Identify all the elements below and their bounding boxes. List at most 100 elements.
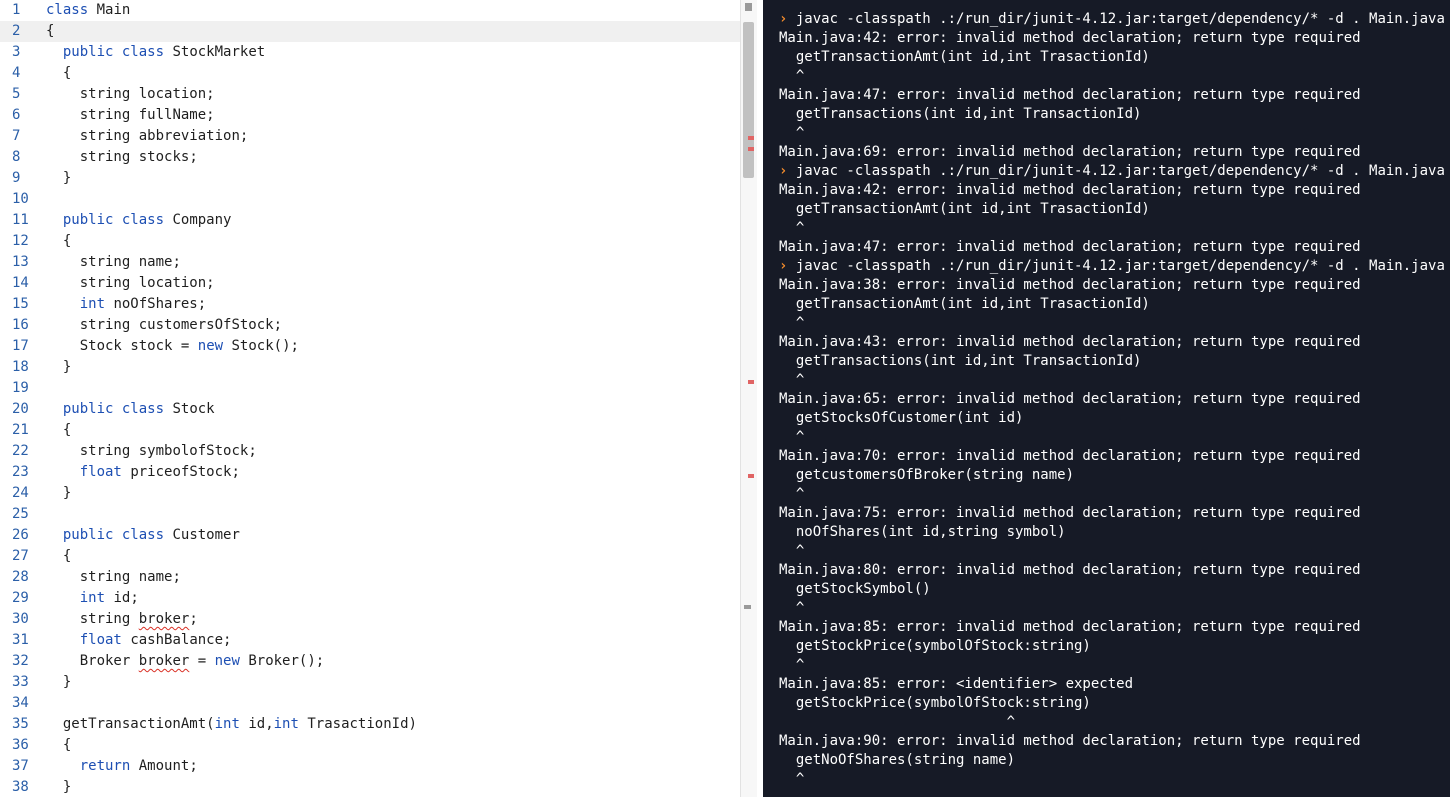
line-number: 32 (12, 653, 29, 669)
code-line[interactable]: 6 string fullName; (0, 105, 740, 126)
terminal-output-line: getTransactionAmt(int id,int TrasactionI… (779, 48, 1150, 67)
terminal-text: noOfShares(int id,string symbol) (779, 524, 1066, 540)
code-line[interactable]: 22 string symbolofStock; (0, 441, 740, 462)
code-line[interactable]: 29 int id; (0, 588, 740, 609)
scroll-up-arrow-icon[interactable] (745, 3, 752, 11)
code-line[interactable]: 32 Broker broker = new Broker(); (0, 651, 740, 672)
terminal-text: getNoOfShares(string name) (779, 752, 1016, 768)
code-line[interactable]: 5 string location; (0, 84, 740, 105)
code-line[interactable]: 14 string location; (0, 273, 740, 294)
terminal-output-line: Main.java:47: error: invalid method decl… (779, 86, 1361, 105)
terminal-text: ^ (779, 771, 805, 787)
terminal-text: javac -classpath .:/run_dir/junit-4.12.j… (795, 163, 1445, 179)
code-line[interactable]: 8 string stocks; (0, 147, 740, 168)
error-marker[interactable] (748, 136, 754, 140)
code-line[interactable]: 20 public class Stock (0, 399, 740, 420)
code-text: { (46, 737, 72, 753)
code-line[interactable]: 28 string name; (0, 567, 740, 588)
code-line[interactable]: 15 int noOfShares; (0, 294, 740, 315)
code-line[interactable]: 30 string broker; (0, 609, 740, 630)
line-number: 12 (12, 233, 29, 249)
line-number: 22 (12, 443, 29, 459)
code-line[interactable]: 31 float cashBalance; (0, 630, 740, 651)
code-line[interactable]: 19 (0, 378, 740, 399)
terminal-output-line: ^ (779, 542, 804, 561)
terminal-text: ^ (779, 372, 805, 388)
line-number: 4 (12, 65, 21, 81)
code-line[interactable]: 27 { (0, 546, 740, 567)
terminal-output-line: getTransactions(int id,int TransactionId… (779, 352, 1142, 371)
line-number: 24 (12, 485, 29, 501)
code-line[interactable]: 10 (0, 189, 740, 210)
terminal-output-line: getNoOfShares(string name) (779, 751, 1015, 770)
code-text: Stock stock = new Stock(); (79, 338, 299, 354)
terminal-text: javac -classpath .:/run_dir/junit-4.12.j… (795, 11, 1445, 27)
editor-scrollbar[interactable] (740, 0, 757, 797)
code-line[interactable]: 24 } (0, 483, 740, 504)
terminal-text: ^ (779, 125, 805, 141)
code-line[interactable]: 12 { (0, 231, 740, 252)
code-line[interactable]: 38 } (0, 777, 740, 797)
line-number: 20 (12, 401, 29, 417)
error-marker[interactable] (748, 380, 754, 384)
terminal-text: getStockPrice(symbolOfStock:string) (779, 695, 1091, 711)
terminal-output-line: Main.java:65: error: invalid method decl… (779, 390, 1361, 409)
terminal-text: getTransactionAmt(int id,int TrasactionI… (779, 296, 1150, 312)
line-number: 31 (12, 632, 29, 648)
code-line[interactable]: 21 { (0, 420, 740, 441)
line-number: 30 (12, 611, 29, 627)
terminal-text: Main.java:47: error: invalid method decl… (779, 87, 1361, 103)
code-line[interactable]: 37 return Amount; (0, 756, 740, 777)
code-line[interactable]: 35 getTransactionAmt(int id,int Trasacti… (0, 714, 740, 735)
code-editor[interactable]: 1 class Main 2{3 public class StockMarket 4… (0, 0, 757, 797)
code-line[interactable]: 9 } (0, 168, 740, 189)
line-number: 34 (12, 695, 29, 711)
code-line[interactable]: 18 } (0, 357, 740, 378)
terminal-text: Main.java:42: error: invalid method decl… (779, 182, 1361, 198)
code-line[interactable]: 3 public class StockMarket (0, 42, 740, 63)
line-number: 29 (12, 590, 29, 606)
terminal-text: Main.java:90: error: invalid method decl… (779, 733, 1361, 749)
line-number: 8 (12, 149, 21, 165)
terminal-text: Main.java:43: error: invalid method decl… (779, 334, 1361, 350)
code-line[interactable]: 4 { (0, 63, 740, 84)
code-line[interactable]: 17 Stock stock = new Stock(); (0, 336, 740, 357)
code-line[interactable]: 1 class Main (0, 0, 740, 21)
code-line[interactable]: 34 (0, 693, 740, 714)
terminal-output-line: Main.java:85: error: invalid method decl… (779, 618, 1361, 637)
code-line[interactable]: 25 (0, 504, 740, 525)
code-line[interactable]: 23 float priceofStock; (0, 462, 740, 483)
terminal-text: ^ (779, 315, 805, 331)
terminal-text: getTransactionAmt(int id,int TrasactionI… (779, 201, 1150, 217)
line-number: 2 (12, 23, 21, 39)
code-line[interactable]: 13 string name; (0, 252, 740, 273)
line-number: 11 (12, 212, 29, 228)
code-line[interactable]: 11 public class Company (0, 210, 740, 231)
terminal-command-line: › javac -classpath .:/run_dir/junit-4.12… (779, 10, 1445, 29)
terminal-output[interactable]: › javac -classpath .:/run_dir/junit-4.12… (763, 0, 1450, 797)
terminal-text: getStockPrice(symbolOfStock:string) (779, 638, 1091, 654)
terminal-text: Main.java:42: error: invalid method decl… (779, 30, 1361, 46)
line-number: 5 (12, 86, 21, 102)
terminal-output-line: getTransactionAmt(int id,int TrasactionI… (779, 295, 1150, 314)
code-line[interactable]: 36 { (0, 735, 740, 756)
scroll-position-marker (744, 605, 751, 609)
terminal-output-line: ^ (779, 314, 804, 333)
code-line[interactable]: 26 public class Customer (0, 525, 740, 546)
terminal-output-line: ^ (779, 219, 804, 238)
scroll-thumb[interactable] (743, 22, 754, 178)
prompt-chevron-icon: › (779, 258, 796, 274)
terminal-text: Main.java:47: error: invalid method decl… (779, 239, 1361, 255)
code-text: return Amount; (79, 758, 198, 774)
code-line[interactable]: 16 string customersOfStock; (0, 315, 740, 336)
terminal-output-line: Main.java:70: error: invalid method decl… (779, 447, 1361, 466)
error-marker[interactable] (748, 474, 754, 478)
error-marker[interactable] (748, 147, 754, 151)
terminal-text: getTransactions(int id,int TransactionId… (779, 106, 1142, 122)
code-line[interactable]: 7 string abbreviation; (0, 126, 740, 147)
code-line[interactable]: 33 } (0, 672, 740, 693)
code-line[interactable]: 2{ (0, 21, 740, 42)
terminal-text: ^ (779, 543, 805, 559)
terminal-text: Main.java:85: error: <identifier> expect… (779, 676, 1134, 692)
terminal-output-line: Main.java:43: error: invalid method decl… (779, 333, 1361, 352)
